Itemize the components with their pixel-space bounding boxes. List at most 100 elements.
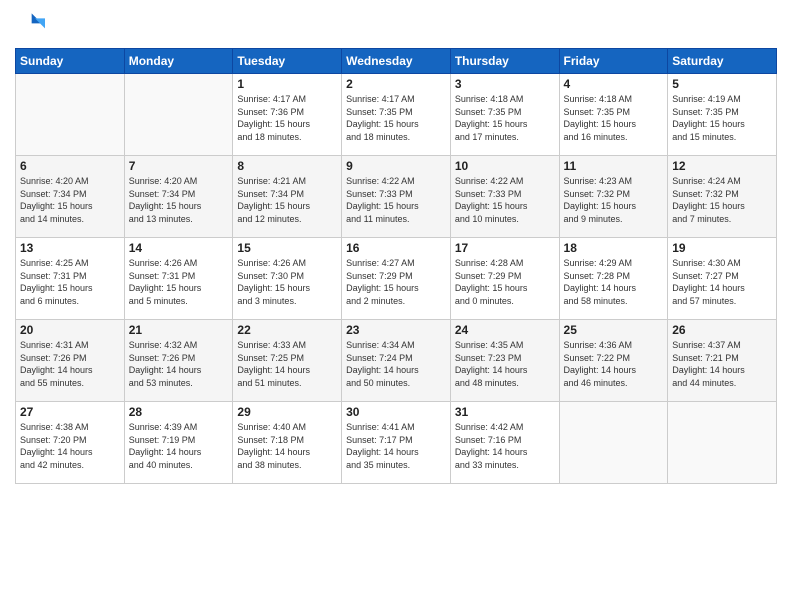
calendar-body: 1 Sunrise: 4:17 AM Sunset: 7:36 PM Daylig… [16,74,777,484]
calendar-cell: 20 Sunrise: 4:31 AM Sunset: 7:26 PM Dayli… [16,320,125,402]
day-number: 14 [129,241,229,255]
calendar-cell: 5Sunrise: 4:19 AM Sunset: 7:35 PM Daylig… [668,74,777,156]
day-number: 29 [237,405,337,419]
calendar-cell: 27 Sunrise: 4:38 AM Sunset: 7:20 PM Dayli… [16,402,125,484]
day-number: 6 [20,159,120,173]
day-info: Sunrise: 4:21 AM Sunset: 7:34 PM Dayligh… [237,175,337,225]
day-number: 18 [564,241,664,255]
day-info: Sunrise: 4:18 AM Sunset: 7:35 PM Dayligh… [564,93,664,143]
logo [15,10,49,40]
calendar-cell [124,74,233,156]
day-info: Sunrise: 4:31 AM Sunset: 7:26 PM Dayligh… [20,339,120,389]
logo-icon [15,10,45,40]
calendar-cell: 3 Sunrise: 4:18 AM Sunset: 7:35 PM Daylig… [450,74,559,156]
day-info: Sunrise: 4:24 AM Sunset: 7:32 PM Dayligh… [672,175,772,225]
day-number: 12 [672,159,772,173]
day-info: Sunrise: 4:42 AM Sunset: 7:16 PM Dayligh… [455,421,555,471]
calendar-cell: 17 Sunrise: 4:28 AM Sunset: 7:29 PM Dayli… [450,238,559,320]
day-header: Tuesday [233,49,342,74]
day-number: 23 [346,323,446,337]
calendar-cell: 13Sunrise: 4:25 AM Sunset: 7:31 PM Dayli… [16,238,125,320]
day-info: Sunrise: 4:32 AM Sunset: 7:26 PM Dayligh… [129,339,229,389]
day-info: Sunrise: 4:41 AM Sunset: 7:17 PM Dayligh… [346,421,446,471]
day-info: Sunrise: 4:27 AM Sunset: 7:29 PM Dayligh… [346,257,446,307]
day-number: 3 [455,77,555,91]
day-number: 25 [564,323,664,337]
day-number: 1 [237,77,337,91]
day-info: Sunrise: 4:28 AM Sunset: 7:29 PM Dayligh… [455,257,555,307]
calendar-week: 6 Sunrise: 4:20 AM Sunset: 7:34 PM Daylig… [16,156,777,238]
day-header: Thursday [450,49,559,74]
day-number: 9 [346,159,446,173]
calendar-cell: 31Sunrise: 4:42 AM Sunset: 7:16 PM Dayli… [450,402,559,484]
calendar-cell: 30 Sunrise: 4:41 AM Sunset: 7:17 PM Dayli… [342,402,451,484]
day-info: Sunrise: 4:22 AM Sunset: 7:33 PM Dayligh… [346,175,446,225]
calendar: SundayMondayTuesdayWednesdayThursdayFrid… [15,48,777,484]
day-info: Sunrise: 4:37 AM Sunset: 7:21 PM Dayligh… [672,339,772,389]
calendar-week: 1 Sunrise: 4:17 AM Sunset: 7:36 PM Daylig… [16,74,777,156]
day-info: Sunrise: 4:17 AM Sunset: 7:36 PM Dayligh… [237,93,337,143]
day-info: Sunrise: 4:18 AM Sunset: 7:35 PM Dayligh… [455,93,555,143]
day-number: 28 [129,405,229,419]
calendar-cell: 22Sunrise: 4:33 AM Sunset: 7:25 PM Dayli… [233,320,342,402]
day-header: Saturday [668,49,777,74]
day-number: 30 [346,405,446,419]
day-number: 22 [237,323,337,337]
calendar-cell: 26 Sunrise: 4:37 AM Sunset: 7:21 PM Dayli… [668,320,777,402]
header-row: SundayMondayTuesdayWednesdayThursdayFrid… [16,49,777,74]
calendar-cell: 6 Sunrise: 4:20 AM Sunset: 7:34 PM Daylig… [16,156,125,238]
calendar-cell: 24Sunrise: 4:35 AM Sunset: 7:23 PM Dayli… [450,320,559,402]
day-info: Sunrise: 4:26 AM Sunset: 7:31 PM Dayligh… [129,257,229,307]
calendar-cell: 23 Sunrise: 4:34 AM Sunset: 7:24 PM Dayli… [342,320,451,402]
day-info: Sunrise: 4:20 AM Sunset: 7:34 PM Dayligh… [20,175,120,225]
day-info: Sunrise: 4:40 AM Sunset: 7:18 PM Dayligh… [237,421,337,471]
day-number: 19 [672,241,772,255]
day-number: 4 [564,77,664,91]
day-info: Sunrise: 4:25 AM Sunset: 7:31 PM Dayligh… [20,257,120,307]
calendar-header: SundayMondayTuesdayWednesdayThursdayFrid… [16,49,777,74]
calendar-cell: 9 Sunrise: 4:22 AM Sunset: 7:33 PM Daylig… [342,156,451,238]
day-info: Sunrise: 4:19 AM Sunset: 7:35 PM Dayligh… [672,93,772,143]
day-number: 2 [346,77,446,91]
calendar-cell [559,402,668,484]
day-number: 17 [455,241,555,255]
day-info: Sunrise: 4:38 AM Sunset: 7:20 PM Dayligh… [20,421,120,471]
day-info: Sunrise: 4:22 AM Sunset: 7:33 PM Dayligh… [455,175,555,225]
day-info: Sunrise: 4:29 AM Sunset: 7:28 PM Dayligh… [564,257,664,307]
calendar-cell: 1 Sunrise: 4:17 AM Sunset: 7:36 PM Daylig… [233,74,342,156]
calendar-cell: 29 Sunrise: 4:40 AM Sunset: 7:18 PM Dayli… [233,402,342,484]
calendar-week: 20 Sunrise: 4:31 AM Sunset: 7:26 PM Dayli… [16,320,777,402]
day-header: Monday [124,49,233,74]
calendar-week: 13Sunrise: 4:25 AM Sunset: 7:31 PM Dayli… [16,238,777,320]
day-info: Sunrise: 4:17 AM Sunset: 7:35 PM Dayligh… [346,93,446,143]
day-info: Sunrise: 4:34 AM Sunset: 7:24 PM Dayligh… [346,339,446,389]
day-number: 26 [672,323,772,337]
calendar-cell: 21 Sunrise: 4:32 AM Sunset: 7:26 PM Dayli… [124,320,233,402]
day-header: Sunday [16,49,125,74]
day-number: 7 [129,159,229,173]
day-number: 27 [20,405,120,419]
calendar-cell: 25 Sunrise: 4:36 AM Sunset: 7:22 PM Dayli… [559,320,668,402]
calendar-cell: 4 Sunrise: 4:18 AM Sunset: 7:35 PM Daylig… [559,74,668,156]
calendar-cell [16,74,125,156]
calendar-cell: 8Sunrise: 4:21 AM Sunset: 7:34 PM Daylig… [233,156,342,238]
day-number: 11 [564,159,664,173]
calendar-cell: 10Sunrise: 4:22 AM Sunset: 7:33 PM Dayli… [450,156,559,238]
day-number: 20 [20,323,120,337]
day-info: Sunrise: 4:26 AM Sunset: 7:30 PM Dayligh… [237,257,337,307]
calendar-cell: 11Sunrise: 4:23 AM Sunset: 7:32 PM Dayli… [559,156,668,238]
day-number: 16 [346,241,446,255]
page: SundayMondayTuesdayWednesdayThursdayFrid… [0,0,792,612]
calendar-cell: 14 Sunrise: 4:26 AM Sunset: 7:31 PM Dayli… [124,238,233,320]
calendar-week: 27 Sunrise: 4:38 AM Sunset: 7:20 PM Dayli… [16,402,777,484]
calendar-cell: 16 Sunrise: 4:27 AM Sunset: 7:29 PM Dayli… [342,238,451,320]
day-number: 15 [237,241,337,255]
day-info: Sunrise: 4:36 AM Sunset: 7:22 PM Dayligh… [564,339,664,389]
day-number: 24 [455,323,555,337]
calendar-cell: 18 Sunrise: 4:29 AM Sunset: 7:28 PM Dayli… [559,238,668,320]
calendar-cell: 28Sunrise: 4:39 AM Sunset: 7:19 PM Dayli… [124,402,233,484]
calendar-cell: 2 Sunrise: 4:17 AM Sunset: 7:35 PM Daylig… [342,74,451,156]
day-info: Sunrise: 4:20 AM Sunset: 7:34 PM Dayligh… [129,175,229,225]
day-info: Sunrise: 4:30 AM Sunset: 7:27 PM Dayligh… [672,257,772,307]
day-number: 21 [129,323,229,337]
